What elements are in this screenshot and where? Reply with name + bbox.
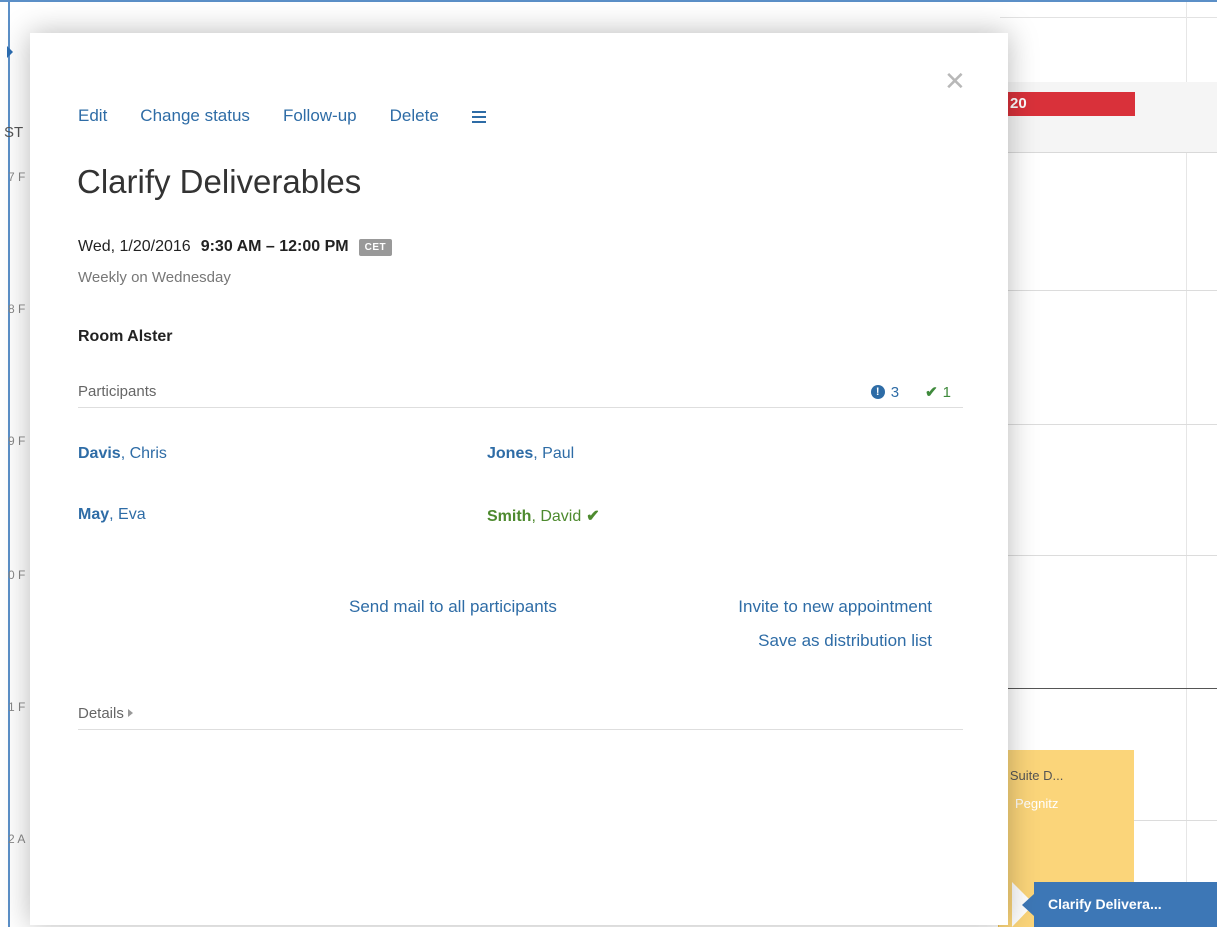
details-label: Details: [78, 705, 124, 722]
save-distribution-list-link[interactable]: Save as distribution list: [758, 631, 932, 651]
calendar-hour-label: 1 F: [8, 700, 26, 714]
appointment-location: Room Alster: [78, 328, 173, 345]
calendar-divider: [1000, 17, 1217, 18]
checkmark-icon: ✔: [586, 508, 600, 525]
details-toggle[interactable]: Details: [78, 705, 133, 722]
participant-link[interactable]: Davis, Chris: [78, 445, 167, 463]
calendar-hour-label: 7 F: [8, 170, 26, 184]
calendar-hour-line: [1000, 555, 1217, 556]
calendar-timezone-label: ST: [4, 124, 24, 141]
calendar-hour-line: [1000, 424, 1217, 425]
selection-pointer-icon: [1022, 894, 1034, 916]
participant-last-name: Smith: [487, 508, 532, 525]
calendar-date-badge[interactable]: 20: [1000, 92, 1135, 116]
calendar-hour-label: 0 F: [8, 568, 26, 582]
calendar-event-selected[interactable]: Clarify Delivera...: [1012, 882, 1217, 927]
calendar-nav-triangle-icon[interactable]: [7, 46, 13, 58]
info-icon: !: [870, 385, 885, 399]
participant-last-name: May: [78, 506, 110, 523]
participant-counts: ! 3 ✔ 1: [870, 383, 951, 402]
appointment-detail-popup: ✕ Edit Change status Follow-up Delete Cl…: [30, 33, 1008, 925]
invite-link[interactable]: Invite to new appointment: [738, 597, 932, 617]
delete-button[interactable]: Delete: [390, 106, 439, 126]
appointment-date-time: Wed, 1/20/2016 9:30 AM – 12:00 PM CET: [78, 238, 393, 256]
unconfirmed-count-value: 3: [890, 383, 900, 401]
calendar-hour-label: 9 F: [8, 434, 26, 448]
participant-link-accepted[interactable]: Smith, David ✔: [487, 506, 600, 526]
participant-link[interactable]: Jones, Paul: [487, 445, 574, 463]
caret-right-icon: [127, 709, 133, 717]
calendar-hour-label: 8 F: [8, 302, 26, 316]
unconfirmed-count: ! 3: [870, 383, 900, 401]
calendar-hour-line: [1000, 290, 1217, 291]
participant-first-name: , David: [531, 508, 582, 525]
appointment-toolbar: Edit Change status Follow-up Delete: [78, 106, 486, 126]
participants-label: Participants: [78, 383, 157, 400]
appointment-date: Wed, 1/20/2016: [78, 238, 191, 255]
send-mail-link[interactable]: Send mail to all participants: [349, 597, 557, 617]
follow-up-button[interactable]: Follow-up: [283, 106, 357, 126]
participant-first-name: , Paul: [533, 445, 575, 462]
calendar-hour-label: 2 A: [8, 832, 26, 846]
checkmark-icon: ✔: [925, 384, 938, 401]
appointment-time: 9:30 AM – 12:00 PM: [200, 238, 349, 255]
hamburger-menu-icon[interactable]: [471, 111, 486, 123]
participant-link[interactable]: May, Eva: [78, 506, 146, 524]
participant-last-name: Jones: [487, 445, 534, 462]
calendar-event-location: Pegnitz: [1015, 796, 1059, 811]
participant-first-name: , Eva: [109, 506, 146, 523]
accepted-count-value: 1: [942, 383, 951, 401]
details-header[interactable]: Details: [78, 703, 963, 730]
recurrence-text: Weekly on Wednesday: [78, 269, 231, 286]
timezone-badge[interactable]: CET: [358, 238, 393, 256]
calendar-current-time-line: [1000, 688, 1217, 689]
close-icon[interactable]: ✕: [944, 68, 966, 94]
change-status-button[interactable]: Change status: [140, 106, 250, 126]
edit-button[interactable]: Edit: [78, 106, 107, 126]
participant-last-name: Davis: [78, 445, 121, 462]
accepted-count: ✔ 1: [925, 383, 951, 402]
participant-first-name: , Chris: [120, 445, 167, 462]
calendar-event-title: Clarify Delivera...: [1048, 896, 1162, 912]
participants-header: Participants ! 3 ✔ 1: [78, 381, 963, 408]
calendar-event-title: p Suite D...: [999, 768, 1064, 783]
appointment-title: Clarify Deliverables: [77, 163, 362, 200]
